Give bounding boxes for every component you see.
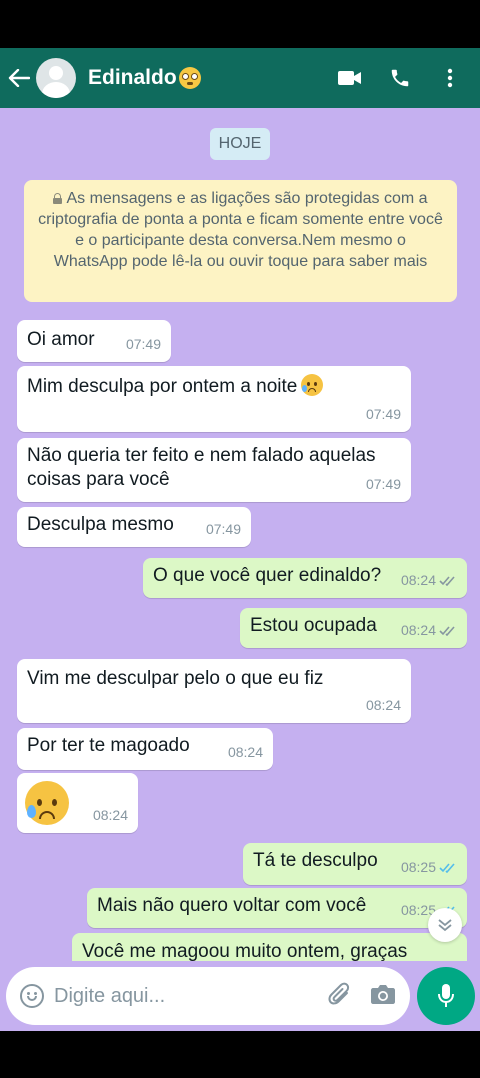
message-bubble[interactable]: 08:24 — [17, 773, 138, 833]
message-bubble[interactable]: Oi amor 07:49 — [17, 320, 171, 362]
contact-avatar[interactable] — [36, 58, 76, 98]
emoji-icon[interactable] — [20, 984, 44, 1008]
message-text: Por ter te magoado — [27, 735, 190, 756]
message-time: 08:24 — [365, 697, 401, 713]
message-bubble[interactable]: Por ter te magoado 08:24 — [17, 728, 273, 770]
message-time: 08:24 — [92, 807, 128, 823]
message-time: 07:49 — [365, 406, 401, 422]
message-time: 08:25 — [400, 859, 436, 875]
composer: Digite aqui... — [0, 961, 480, 1031]
message-bubble[interactable]: Estou ocupada 08:24 — [240, 608, 467, 648]
mic-icon — [438, 984, 454, 1007]
sad-relieved-emoji-icon — [301, 374, 324, 396]
double-check-icon — [439, 625, 455, 636]
attach-icon[interactable] — [328, 981, 352, 1012]
lock-icon — [53, 193, 63, 204]
message-time: 08:24 — [227, 744, 263, 760]
more-options-icon[interactable] — [434, 58, 466, 98]
message-input[interactable]: Digite aqui... — [54, 985, 165, 1008]
message-text: Tá te desculpo — [253, 850, 378, 871]
message-text: Desculpa mesmo — [27, 514, 174, 535]
message-text-line1: Não queria ter feito e nem falado aquela… — [27, 445, 376, 466]
chat-header: Edinaldo — [0, 48, 480, 108]
message-time: 07:49 — [205, 521, 241, 537]
navigation-bar-area — [0, 1031, 480, 1078]
message-bubble[interactable]: Mais não quero voltar com você 08:25 — [87, 888, 467, 928]
double-check-icon — [439, 575, 455, 586]
message-bubble[interactable]: Não queria ter feito e nem falado aquela… — [17, 438, 411, 502]
phone-call-icon[interactable] — [384, 58, 416, 98]
message-input-box[interactable]: Digite aqui... — [6, 967, 410, 1025]
date-label: HOJE — [210, 128, 270, 160]
message-bubble[interactable]: Desculpa mesmo 07:49 — [17, 507, 251, 547]
message-bubble[interactable]: O que você quer edinaldo? 08:24 — [143, 558, 467, 598]
contact-name: Edinaldo — [88, 66, 177, 89]
encryption-notice-text: As mensagens e as ligações são protegida… — [38, 190, 443, 270]
message-text: Mim desculpa por ontem a noite — [27, 376, 298, 397]
flushed-face-icon — [178, 67, 201, 89]
scroll-to-bottom-button[interactable] — [428, 908, 462, 942]
message-text: Mais não quero voltar com você — [97, 895, 367, 916]
message-time: 07:49 — [365, 476, 401, 492]
contact-name-area[interactable]: Edinaldo — [88, 66, 201, 90]
message-text: O que você quer edinaldo? — [153, 565, 382, 586]
sad-relieved-emoji-icon — [25, 781, 69, 825]
back-arrow-icon[interactable] — [4, 48, 34, 108]
message-text: Oi amor — [27, 329, 95, 350]
message-text: Vim me desculpar pelo o que eu fiz — [27, 668, 324, 689]
message-time: 08:24 — [400, 622, 436, 638]
video-call-icon[interactable] — [334, 58, 366, 98]
camera-icon[interactable] — [370, 983, 396, 1010]
double-check-read-icon — [439, 862, 455, 873]
message-bubble[interactable]: Tá te desculpo 08:25 — [243, 843, 467, 885]
message-text: Estou ocupada — [250, 615, 377, 636]
message-text-line2: coisas para você — [27, 469, 170, 490]
chat-area[interactable]: HOJE As mensagens e as ligações são prot… — [0, 108, 480, 961]
message-time: 08:24 — [400, 572, 436, 588]
chevron-double-down-icon — [438, 919, 452, 932]
message-text: Você me magoou muito ontem, graças — [82, 941, 408, 961]
message-time: 07:49 — [125, 336, 161, 352]
status-bar-area — [0, 0, 480, 48]
encryption-notice[interactable]: As mensagens e as ligações são protegida… — [24, 180, 457, 302]
message-bubble[interactable]: Mim desculpa por ontem a noite 07:49 — [17, 366, 411, 432]
message-bubble[interactable]: Você me magoou muito ontem, graças — [72, 933, 467, 961]
message-bubble[interactable]: Vim me desculpar pelo o que eu fiz 08:24 — [17, 659, 411, 723]
mic-button[interactable] — [417, 967, 475, 1025]
